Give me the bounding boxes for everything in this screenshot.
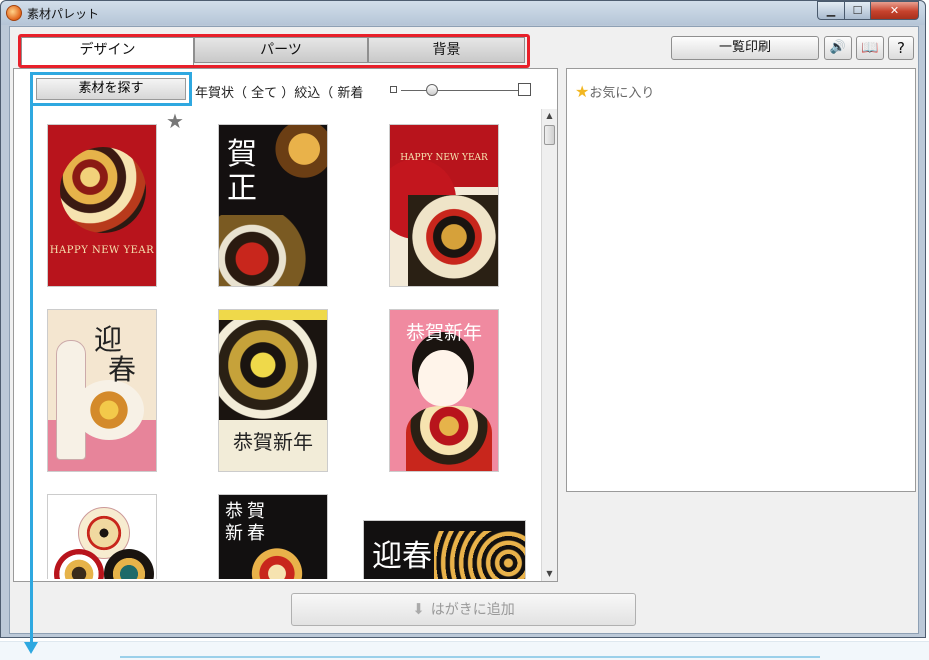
zoom-small-icon[interactable]: [390, 86, 397, 93]
card-text: 春: [247, 523, 265, 544]
title-bar[interactable]: 素材パレット ▁ ☐ ✕: [1, 1, 925, 25]
material-browser-panel: 素材を探す 年賀状（ 全て ）絞込（ 新着 ★ HAPPY NEW YEAR 賀…: [13, 68, 558, 582]
zoom-slider-thumb[interactable]: [426, 84, 438, 96]
material-palette-window: 素材パレット ▁ ☐ ✕ デザイン パーツ 背景 一覧印刷 🔊 📖 ? 素材を探…: [0, 0, 926, 638]
download-arrow-icon: ⬇: [412, 600, 425, 618]
star-icon: ★: [575, 82, 590, 101]
card-art: [219, 215, 327, 286]
close-button[interactable]: ✕: [870, 1, 919, 20]
card-art: [60, 147, 146, 233]
favorites-label[interactable]: ★お気に入り: [575, 82, 654, 101]
tab-design[interactable]: デザイン: [21, 37, 194, 65]
window-title: 素材パレット: [27, 7, 100, 21]
add-to-postcard-label: はがきに追加: [430, 602, 515, 618]
favorites-panel: ★お気に入り: [566, 68, 916, 492]
material-card[interactable]: 賀 正: [218, 124, 328, 287]
card-text: 恭賀新年: [405, 322, 482, 344]
zoom-large-icon[interactable]: [518, 83, 531, 96]
card-art: [74, 380, 144, 440]
scroll-down-icon[interactable]: ▼: [542, 567, 557, 581]
book-icon: 📖: [861, 40, 879, 56]
speaker-icon: 🔊: [829, 40, 847, 55]
sound-button[interactable]: 🔊: [824, 36, 852, 60]
card-art: [219, 320, 327, 420]
tab-parts[interactable]: パーツ: [194, 37, 368, 63]
scroll-up-icon[interactable]: ▲: [542, 109, 557, 123]
maximize-button[interactable]: ☐: [844, 1, 871, 20]
guide-button[interactable]: 📖: [856, 36, 884, 60]
minimize-button[interactable]: ▁: [817, 1, 845, 20]
grid-scrollbar[interactable]: ▲ ▼: [541, 109, 557, 581]
material-grid: HAPPY NEW YEAR 賀 正 HAPPY NEW YEAR 迎 春 恭賀…: [14, 109, 541, 579]
background-strip-line: [120, 656, 820, 658]
material-card[interactable]: 恭 賀 新 春: [218, 494, 328, 579]
zoom-slider-track[interactable]: [401, 90, 521, 91]
material-card[interactable]: 迎 春: [47, 309, 157, 472]
annotation-arrow-head-icon: [24, 642, 38, 654]
app-icon: [6, 5, 22, 21]
card-art: [418, 350, 468, 406]
card-text: 迎春: [372, 539, 432, 574]
card-text: 正: [227, 171, 257, 206]
material-card[interactable]: HAPPY NEW YEAR: [47, 124, 157, 287]
card-text: 春: [108, 353, 137, 386]
material-card[interactable]: [47, 494, 157, 579]
tab-background[interactable]: 背景: [368, 37, 525, 63]
search-material-button[interactable]: 素材を探す: [36, 78, 186, 100]
card-art: [408, 195, 498, 286]
help-button[interactable]: ?: [888, 36, 914, 60]
annotation-arrow-line: [30, 100, 33, 645]
client-area: デザイン パーツ 背景 一覧印刷 🔊 📖 ? 素材を探す 年賀状（ 全て ）絞込…: [9, 26, 919, 634]
material-card[interactable]: HAPPY NEW YEAR: [389, 124, 499, 287]
add-to-postcard-button[interactable]: ⬇ はがきに追加: [291, 593, 636, 626]
scroll-thumb[interactable]: [544, 125, 555, 145]
card-art: [406, 406, 492, 471]
material-card[interactable]: 迎春: [363, 520, 526, 579]
card-text: HAPPY NEW YEAR: [49, 245, 155, 256]
card-text: 恭賀新年: [233, 430, 313, 454]
material-card[interactable]: 恭賀新年: [389, 309, 499, 472]
material-card[interactable]: 恭賀新年: [218, 309, 328, 472]
filter-text[interactable]: 年賀状（ 全て ）絞込（ 新着: [195, 82, 363, 101]
screenshot-stage: 素材パレット ▁ ☐ ✕ デザイン パーツ 背景 一覧印刷 🔊 📖 ? 素材を探…: [0, 0, 929, 660]
print-list-button[interactable]: 一覧印刷: [671, 36, 819, 60]
card-text: HAPPY NEW YEAR: [400, 153, 488, 163]
tab-bar: デザイン パーツ 背景: [18, 34, 530, 68]
favorites-label-text: お気に入り: [589, 86, 655, 101]
